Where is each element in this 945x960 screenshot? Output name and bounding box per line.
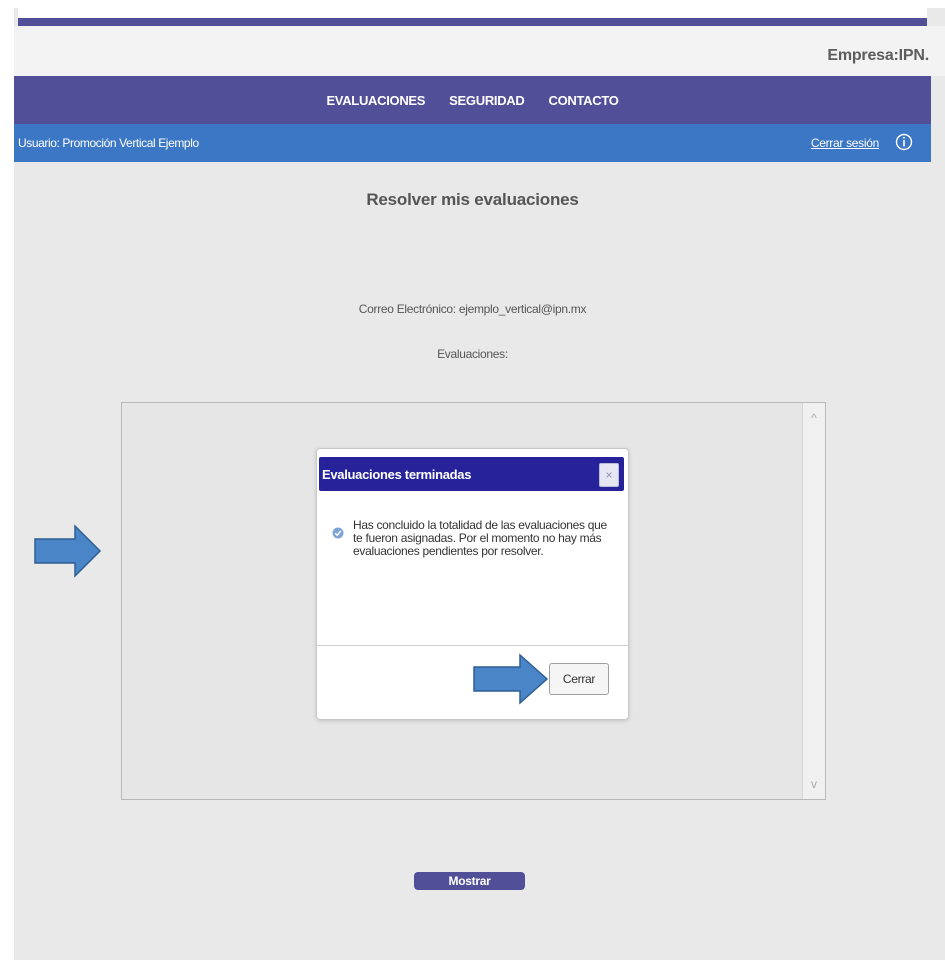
show-button[interactable]: Mostrar xyxy=(414,872,525,890)
top-accent-bar xyxy=(18,18,927,26)
company-strip xyxy=(14,26,945,76)
evaluations-label: Evaluaciones: xyxy=(437,347,508,361)
nav-item-contacto[interactable]: CONTACTO xyxy=(548,93,618,108)
check-circle-icon xyxy=(332,527,344,539)
nav-item-seguridad[interactable]: SEGURIDAD xyxy=(449,93,525,108)
company-label: Empresa:IPN. xyxy=(827,47,929,64)
annotation-arrow-icon xyxy=(473,653,549,705)
main-navbar: EVALUACIONES SEGURIDAD CONTACTO xyxy=(14,76,931,124)
scrollbar[interactable]: ^ v xyxy=(802,403,825,799)
dialog-header: Evaluaciones terminadas × xyxy=(319,457,624,491)
info-circle-icon[interactable] xyxy=(895,133,913,151)
email-line: Correo Electrónico: ejemplo_vertical@ipn… xyxy=(358,302,587,316)
dialog-title: Evaluaciones terminadas xyxy=(322,467,472,482)
nav-item-evaluaciones[interactable]: EVALUACIONES xyxy=(326,93,425,108)
annotation-arrow-icon xyxy=(34,524,102,578)
close-icon[interactable]: × xyxy=(599,463,619,487)
page-title: Resolver mis evaluaciones xyxy=(366,190,579,209)
dialog-divider xyxy=(317,645,628,646)
user-bar: Usuario: Promoción Vertical Ejemplo Cerr… xyxy=(14,124,931,162)
dialog-message: Has concluido la totalidad de las evalua… xyxy=(353,518,607,558)
close-dialog-button[interactable]: Cerrar xyxy=(549,663,609,695)
scroll-up-icon[interactable]: ^ xyxy=(803,411,825,425)
logout-link[interactable]: Cerrar sesión xyxy=(811,136,879,150)
user-label: Usuario: Promoción Vertical Ejemplo xyxy=(18,136,199,150)
scroll-down-icon[interactable]: v xyxy=(803,777,825,791)
